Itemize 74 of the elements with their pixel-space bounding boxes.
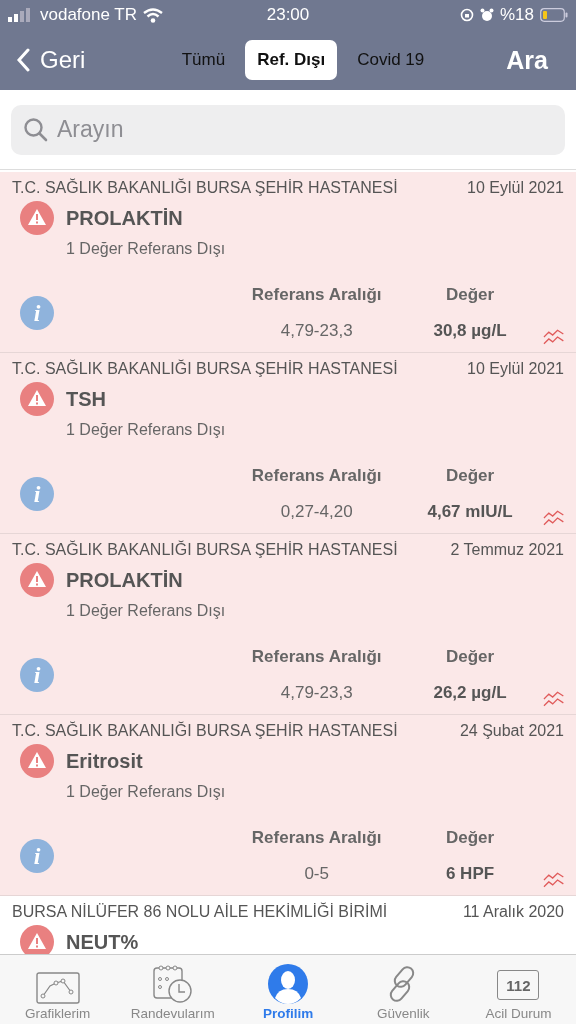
alarm-icon (479, 8, 494, 22)
trend-icon[interactable] (542, 509, 564, 527)
info-icon[interactable]: i (20, 839, 54, 873)
test-name: PROLAKTİN (66, 568, 183, 592)
result-card[interactable]: T.C. SAĞLIK BAKANLIĞI BURSA ŞEHİR HASTANESİ 2 Temmuz 2021 PROLAKTİN 1 Değer Referans Dışı i Referans Aralığı 4,79-23,3 Değer 26,2 µg/L (0, 534, 576, 715)
test-name: TSH (66, 387, 106, 411)
institution-name: T.C. SAĞLIK BAKANLIĞI BURSA ŞEHİR HASTANESİ (12, 179, 398, 197)
range-label: Referans Aralığı (251, 466, 382, 486)
out-of-range-note: 1 Değer Referans Dışı (65, 239, 227, 259)
result-date: 11 Aralık 2020 (462, 903, 564, 921)
institution-name: BURSA NİLÜFER 86 NOLU AİLE HEKİMLİĞİ BİRİMİ (12, 903, 388, 921)
test-name: NEUT% (66, 930, 139, 954)
warning-icon (20, 382, 54, 416)
filter-tab[interactable]: Tümü (169, 40, 238, 80)
reference-range: 0,27-4,20 (280, 502, 353, 522)
warning-icon (20, 201, 54, 235)
calendar-clock-icon (150, 964, 195, 1004)
result-value: 26,2 µg/L (433, 683, 507, 703)
back-button[interactable]: Geri (16, 46, 126, 74)
test-name: PROLAKTİN (66, 206, 183, 230)
institution-name: T.C. SAĞLIK BAKANLIĞI BURSA ŞEHİR HASTANESİ (12, 360, 398, 378)
wifi-icon (143, 7, 164, 23)
rotation-lock-icon (459, 8, 474, 22)
result-value: 4,67 mIU/L (427, 502, 513, 522)
value-label: Değer (445, 285, 495, 305)
chevron-left-icon (16, 48, 30, 72)
value-label: Değer (445, 466, 495, 486)
warning-icon (20, 563, 54, 597)
clock-time: 23:00 (266, 5, 310, 25)
info-icon[interactable]: i (20, 296, 54, 330)
reference-range: 4,79-23,3 (280, 683, 353, 703)
tab-bar-item[interactable]: Güvenlik (345, 955, 461, 1024)
value-label: Değer (445, 828, 495, 848)
out-of-range-note: 1 Değer Referans Dışı (65, 601, 227, 621)
test-name: Eritrosit (66, 749, 143, 773)
battery-icon (540, 8, 568, 22)
result-card[interactable]: T.C. SAĞLIK BAKANLIĞI BURSA ŞEHİR HASTANESİ 10 Eylül 2021 TSH 1 Değer Referans Dışı i Referans Aralığı 0,27-4,20 Değer 4,67 mIU/L (0, 353, 576, 534)
out-of-range-note: 1 Değer Referans Dışı (65, 420, 227, 440)
result-value: 6 HPF (445, 864, 495, 884)
range-label: Referans Aralığı (251, 828, 382, 848)
trend-icon[interactable] (542, 690, 564, 708)
search-field[interactable]: Arayın (11, 104, 565, 155)
result-card[interactable]: T.C. SAĞLIK BAKANLIĞI BURSA ŞEHİR HASTANESİ 10 Eylül 2021 PROLAKTİN 1 Değer Referans Dışı i Referans Aralığı 4,79-23,3 Değer 30,8 µg/L (0, 172, 576, 353)
battery-percent: %18 (499, 5, 534, 25)
out-of-range-note: 1 Değer Referans Dışı (65, 782, 227, 802)
search-icon (23, 116, 49, 143)
result-card[interactable]: T.C. SAĞLIK BAKANLIĞI BURSA ŞEHİR HASTANESİ 24 Şubat 2021 Eritrosit 1 Değer Referans Dışı i Referans Aralığı 0-5 Değer 6 HPF (0, 715, 576, 896)
filter-tab[interactable]: Covid 19 (345, 40, 437, 80)
range-label: Referans Aralığı (251, 285, 382, 305)
tab-bar-item[interactable]: Profilim (230, 955, 346, 1024)
person-icon (268, 964, 308, 1004)
trend-icon[interactable] (542, 328, 564, 346)
result-date: 24 Şubat 2021 (459, 722, 564, 740)
tab-bar-item[interactable]: Randevularım (115, 955, 231, 1024)
filter-tab[interactable]: Ref. Dışı (245, 40, 338, 80)
tab-bar-item[interactable]: 112 Acil Durum (460, 955, 576, 1024)
trend-icon[interactable] (542, 871, 564, 889)
result-date: 10 Eylül 2021 (467, 179, 564, 197)
info-icon[interactable]: i (20, 477, 54, 511)
warning-icon (20, 744, 54, 778)
result-date: 10 Eylül 2021 (467, 360, 564, 378)
tab-bar-item[interactable]: Grafiklerim (0, 955, 116, 1024)
carrier-name: vodafone TR (40, 5, 138, 25)
institution-name: T.C. SAĞLIK BAKANLIĞI BURSA ŞEHİR HASTANESİ (12, 541, 398, 559)
range-label: Referans Aralığı (251, 647, 382, 667)
reference-range: 4,79-23,3 (280, 321, 353, 341)
info-icon[interactable]: i (20, 658, 54, 692)
value-label: Değer (445, 647, 495, 667)
line-chart-icon (35, 972, 80, 1004)
search-button[interactable]: Ara (480, 45, 560, 75)
reference-range: 0-5 (304, 864, 329, 884)
result-value: 30,8 µg/L (433, 321, 507, 341)
institution-name: T.C. SAĞLIK BAKANLIĞI BURSA ŞEHİR HASTANESİ (12, 722, 398, 740)
result-date: 2 Temmuz 2021 (450, 541, 564, 559)
